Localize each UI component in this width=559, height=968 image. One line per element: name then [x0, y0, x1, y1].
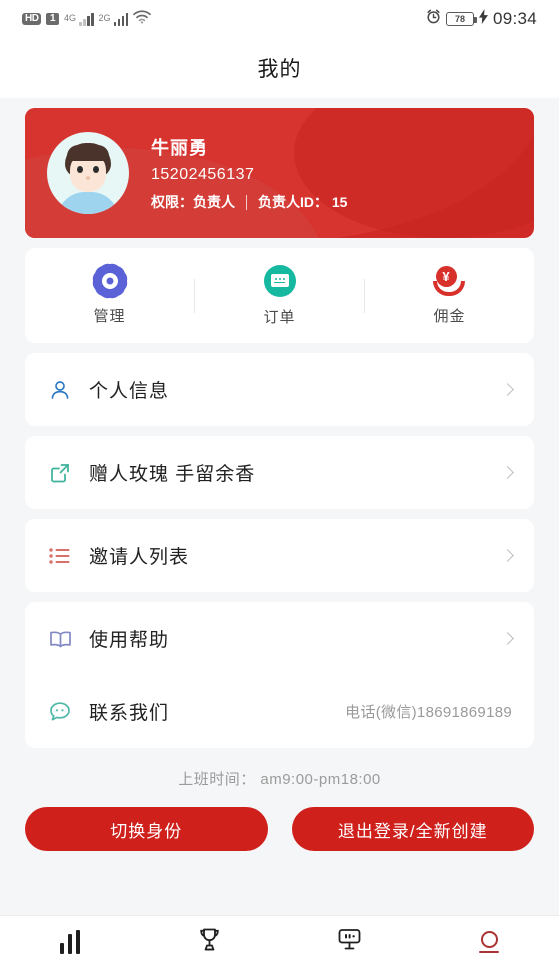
menu-item-personal-info[interactable]: 个人信息 — [25, 353, 534, 426]
tab-statistics[interactable] — [0, 930, 140, 954]
worktime-label: 上班时间： am9:00-pm18:00 — [178, 771, 381, 788]
profile-info: 牛丽勇 15202456137 权限：负责人 负责人ID： 15 — [151, 134, 347, 212]
app-root: HD 1 4G 2G 78 09:34 我的 牛丽勇 15202456137 权… — [0, 0, 559, 968]
status-bar-right: 78 09:34 — [426, 9, 537, 29]
chevron-right-icon — [501, 466, 514, 479]
gear-icon — [94, 265, 125, 296]
meta-divider — [246, 194, 247, 210]
person-icon — [47, 379, 73, 401]
tab-ranking[interactable] — [140, 926, 280, 958]
menu-item-label: 联系我们 — [89, 703, 170, 724]
battery-icon: 78 — [445, 12, 477, 26]
status-bar-left: HD 1 4G 2G — [22, 9, 151, 29]
profile-name: 牛丽勇 — [151, 138, 208, 158]
menu-item-share[interactable]: 赠人玫瑰 手留余香 — [25, 436, 534, 509]
logout-create-button[interactable]: 退出登录/全新创建 — [291, 807, 534, 851]
page-header: 我的 — [0, 38, 559, 98]
profile-card[interactable]: 牛丽勇 15202456137 权限：负责人 负责人ID： 15 — [25, 108, 534, 238]
quick-action-label: 订单 — [263, 308, 296, 326]
menu-item-label: 使用帮助 — [89, 630, 170, 651]
quick-action-label: 管理 — [93, 307, 126, 325]
alarm-icon — [426, 9, 441, 29]
profile-id: 负责人ID： 15 — [258, 194, 348, 210]
hd-icon: HD — [22, 13, 42, 25]
avatar[interactable] — [47, 132, 129, 214]
signal-primary-icon: 4G — [64, 12, 94, 26]
menu-group: 个人信息 — [25, 353, 534, 426]
quick-action-label: 佣金 — [433, 307, 466, 325]
menu-item-help[interactable]: 使用帮助 — [25, 602, 534, 675]
clock-label: 09:34 — [492, 9, 537, 28]
bar-chart-icon — [59, 930, 80, 954]
book-icon — [47, 629, 73, 649]
profile-role: 权限：负责人 — [151, 194, 235, 210]
tab-me[interactable] — [419, 930, 559, 954]
commission-hand-yen-icon: ¥ — [432, 265, 467, 296]
person-me-icon — [479, 930, 500, 954]
signal-secondary-icon: 2G — [98, 12, 129, 26]
menu-item-contact-us[interactable]: 联系我们 电话(微信)18691869189 — [25, 675, 534, 748]
menu-item-inviter-list[interactable]: 邀请人列表 — [25, 519, 534, 592]
contact-phone-value: 电话(微信)18691869189 — [345, 704, 512, 721]
list-icon — [47, 547, 73, 565]
network-type-primary-label: 4G — [64, 12, 77, 23]
page-title: 我的 — [257, 58, 302, 81]
quick-actions: 管理 订单 ¥ 佣金 — [25, 248, 534, 343]
quick-action-commission[interactable]: ¥ 佣金 — [365, 265, 534, 326]
charging-bolt-icon — [478, 9, 488, 29]
chevron-right-icon — [501, 632, 514, 645]
menu-item-label: 个人信息 — [89, 381, 170, 402]
billboard-icon — [336, 926, 363, 958]
profile-phone: 15202456137 — [151, 166, 255, 183]
content-scroll: 牛丽勇 15202456137 权限：负责人 负责人ID： 15 管理 订单 ¥… — [0, 108, 559, 851]
menu-item-label: 邀请人列表 — [89, 547, 190, 568]
wifi-icon — [133, 9, 151, 29]
chevron-right-icon — [501, 549, 514, 562]
menu-group: 使用帮助 联系我们 电话(微信)18691869189 — [25, 602, 534, 748]
tab-billboard[interactable] — [280, 926, 420, 958]
network-type-secondary-label: 2G — [98, 12, 111, 23]
bottom-tab-bar — [0, 915, 559, 968]
action-buttons: 切换身份 退出登录/全新创建 — [25, 807, 534, 851]
trophy-icon — [196, 926, 223, 958]
order-card-icon — [263, 264, 296, 297]
profile-meta: 权限：负责人 负责人ID： 15 — [151, 192, 347, 212]
switch-identity-button[interactable]: 切换身份 — [25, 807, 268, 851]
chat-bubble-icon — [47, 701, 73, 722]
menu-item-label: 赠人玫瑰 手留余香 — [89, 464, 256, 485]
share-external-icon — [47, 462, 73, 484]
quick-action-manage[interactable]: 管理 — [25, 265, 194, 326]
menu-group: 邀请人列表 — [25, 519, 534, 592]
status-bar: HD 1 4G 2G 78 09:34 — [0, 0, 559, 38]
quick-action-order[interactable]: 订单 — [195, 264, 364, 327]
sim-card-icon: 1 — [46, 13, 60, 25]
chevron-right-icon — [501, 383, 514, 396]
menu-group: 赠人玫瑰 手留余香 — [25, 436, 534, 509]
